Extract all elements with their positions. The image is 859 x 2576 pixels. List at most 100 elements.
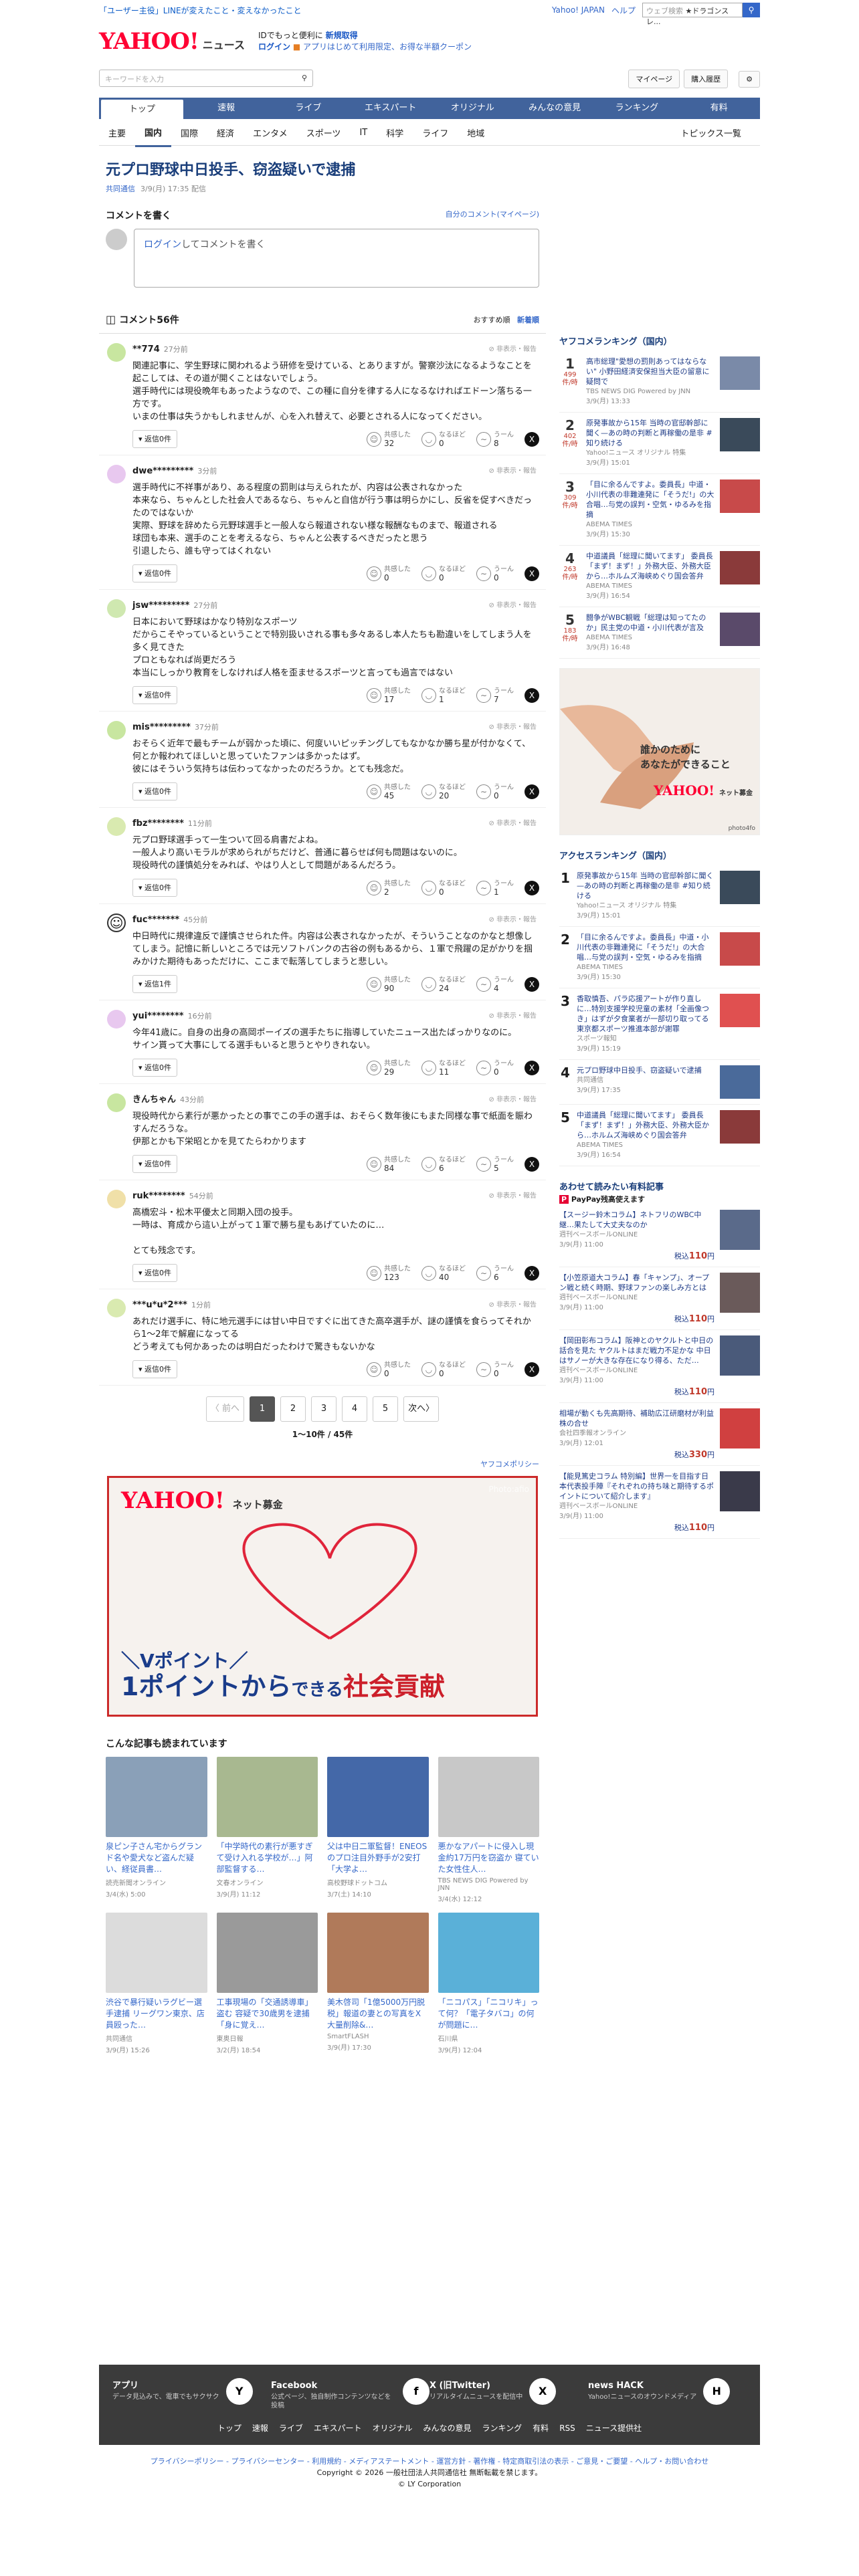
page-5[interactable]: 5 [373,1396,399,1422]
reaction-b[interactable]: ◡ なるほど 20 [421,784,466,800]
tab-domestic[interactable]: 国内 [135,119,172,147]
access-title[interactable]: 中道議員「総理に聞いてます」 委員長「まず！まず！」外務大臣、外務大臣から…ホル… [577,1110,714,1140]
nav-breaking[interactable]: 速報 [185,98,268,119]
article-card[interactable]: 美木啓司「1億5000万円脱税」報道の妻との写真をX大量削除&… SmartFLA… [327,1913,429,2054]
reaction-c[interactable]: ∼ うーん 1 [476,880,514,896]
reaction-a[interactable]: ☺ 共感した 2 [367,880,411,896]
paid-title[interactable]: 【能見篤史コラム 特別編】世界一を目指す日本代表投手陣『それぞれの持ち味と期待す… [559,1471,714,1501]
nav-ranking[interactable]: ランキング [596,98,678,119]
report-button[interactable]: ⊘ 非表示・報告 [488,721,537,734]
ranking-item[interactable]: 5 183 件/時 闘争がWBC観戦「総理は知ってたのか」民主党の中道・小川代表が言及… [559,607,760,659]
prev-page-button[interactable]: 〈 前へ [205,1396,245,1422]
access-item[interactable]: 4 元プロ野球中日投手、窃盗疑いで逮捕 共同通信 3/9(月) 17:35 [559,1060,760,1105]
article-title[interactable]: 元プロ野球中日投手、窃盗疑いで逮捕 [99,148,546,183]
card-title[interactable]: 工事現場の「交通誘導車」盗む 容疑で30歳男を逮捕「身に覚え… [217,1997,318,2032]
yahoo-japan-link[interactable]: Yahoo! JAPAN [552,5,605,15]
tab-science[interactable]: 科学 [377,120,413,146]
reaction-c[interactable]: ∼ うーん 0 [476,566,514,582]
reaction-b[interactable]: ◡ なるほど 0 [421,431,466,447]
tab-economy[interactable]: 経済 [207,120,244,146]
x-share-icon[interactable]: X [524,880,539,895]
rank-title[interactable]: 原発事故から15年 当時の官邸幹部に聞く—あの時の判断と再稼働の是非 #知り続け… [586,418,714,448]
avatar[interactable] [107,465,126,484]
x-share-icon[interactable]: X [524,1362,539,1377]
article-card[interactable]: 渋谷で暴行疑いラグビー選手逮捕 リーグワン東京、店員殴った… 共同通信 3/9(月)… [106,1913,207,2054]
reaction-a[interactable]: ☺ 共感した 90 [367,976,411,992]
reaction-a[interactable]: ☺ 共感した 32 [367,431,411,447]
my-comments-link[interactable]: 自分のコメント(マイページ) [446,209,539,219]
x-share-icon[interactable]: X [524,784,539,799]
report-button[interactable]: ⊘ 非表示・報告 [488,1190,537,1202]
article-card[interactable]: 「ニコパス」「ニコリキ」って何？「電子タバコ」の何が問題に… 石川県 3/9(月) … [438,1913,539,2054]
avatar[interactable] [107,1093,126,1112]
tab-international[interactable]: 国際 [171,120,207,146]
nav-opinion[interactable]: みんなの意見 [514,98,596,119]
help-link[interactable]: ヘルプ [611,5,636,16]
tab-it[interactable]: IT [350,121,377,144]
comment-author[interactable]: mis********* [132,722,191,732]
tab-life[interactable]: ライフ [413,120,458,146]
comment-author[interactable]: fbz******** [132,819,184,829]
yahoo-news-logo[interactable]: YAHOO! ニュース [99,28,245,55]
card-title[interactable]: 泉ピン子さん宅からグランド名や愛犬など盗んだ疑い、経従員書… [106,1841,207,1876]
tab-sports[interactable]: スポーツ [297,120,351,146]
article-card[interactable]: 父は中日二軍監督！ENEOSのプロ注目外野手が2安打「大学よ… 高校野球ドットコム… [327,1757,429,1903]
comment-author[interactable]: yui******** [132,1011,184,1021]
footer-nav-link[interactable]: ランキング [482,2424,522,2433]
reaction-c[interactable]: ∼ うーん 4 [476,976,514,992]
footer-nav-link[interactable]: エキスパート [314,2424,362,2433]
x-share-icon[interactable]: X [524,1156,539,1172]
comment-author[interactable]: ***u*u*2*** [132,1300,187,1310]
article-card[interactable]: 工事現場の「交通誘導車」盗む 容疑で30歳男を逮捕「身に覚え… 東奥日報 3/2(月… [216,1913,318,2054]
nav-top[interactable]: トップ [101,100,183,119]
reaction-b[interactable]: ◡ なるほど 0 [421,566,466,582]
report-button[interactable]: ⊘ 非表示・報告 [488,1093,537,1106]
comment-author[interactable]: fuc******* [132,915,179,925]
reaction-b[interactable]: ◡ なるほど 1 [421,687,466,704]
access-title[interactable]: 元プロ野球中日投手、窃盗疑いで逮捕 [577,1065,714,1075]
page-3[interactable]: 3 [311,1396,337,1422]
avatar[interactable] [107,817,126,836]
card-title[interactable]: 渋谷で暴行疑いラグビー選手逮捕 リーグワン東京、店員殴った… [106,1997,207,2032]
reaction-c[interactable]: ∼ うーん 0 [476,1362,514,1378]
gear-icon[interactable]: ⚙ [739,70,760,88]
x-share-icon[interactable]: X [524,1265,539,1281]
replies-button[interactable]: ▾ 返信1件 [132,975,178,993]
x-share-icon[interactable]: X [524,566,539,581]
avatar[interactable] [107,599,126,618]
reaction-c[interactable]: ∼ うーん 7 [476,687,514,704]
avatar[interactable]: ☺ [107,914,126,932]
footer-nav-link[interactable]: ライブ [279,2424,303,2433]
x-share-icon[interactable]: X [524,1060,539,1075]
footer-nav-link[interactable]: 有料 [533,2424,549,2433]
ranking-item[interactable]: 1 499 件/時 高市総理"愛想の罰則あってはならない" 小野田経済安保担当大臣の留… [559,351,760,413]
x-share-icon[interactable]: X [524,687,539,703]
reaction-b[interactable]: ◡ なるほど 0 [421,1362,466,1378]
nav-live[interactable]: ライブ [268,98,350,119]
topics-list-link[interactable]: トピックス一覧 [671,120,751,146]
rank-title[interactable]: 闘争がWBC観戦「総理は知ってたのか」民主党の中道・小川代表が言及 [586,613,714,633]
footer-nav-link[interactable]: RSS [559,2424,575,2433]
page-4[interactable]: 4 [342,1396,368,1422]
report-button[interactable]: ⊘ 非表示・報告 [488,599,537,612]
reaction-a[interactable]: ☺ 共感した 17 [367,687,411,704]
report-button[interactable]: ⊘ 非表示・報告 [488,817,537,830]
nav-paid[interactable]: 有料 [678,98,760,119]
ranking-item[interactable]: 4 263 件/時 中道議員「総理に聞いてます」 委員長「まず！まず！」外務大臣、外務… [559,546,760,607]
reaction-a[interactable]: ☺ 共感した 0 [367,1362,411,1378]
x-share-icon[interactable]: X [524,976,539,992]
report-button[interactable]: ⊘ 非表示・報告 [488,1010,537,1023]
replies-button[interactable]: ▾ 返信0件 [132,1360,178,1378]
comment-author[interactable]: dwe********* [132,466,193,476]
reaction-a[interactable]: ☺ 共感した 29 [367,1060,411,1076]
replies-button[interactable]: ▾ 返信0件 [132,1264,178,1282]
reaction-b[interactable]: ◡ なるほど 11 [421,1060,466,1076]
ranking-item[interactable]: 2 402 件/時 原発事故から15年 当時の官邸幹部に聞く—あの時の判断と再稼働の是… [559,413,760,474]
reaction-b[interactable]: ◡ なるほど 24 [421,976,466,992]
comment-author[interactable]: **774 [132,344,160,354]
report-button[interactable]: ⊘ 非表示・報告 [488,914,537,926]
report-button[interactable]: ⊘ 非表示・報告 [488,465,537,477]
footer-nav-link[interactable]: みんなの意見 [423,2424,472,2433]
paid-item[interactable]: 【岡田彰布コラム】阪神とのヤクルトと中日の話合を見た ヤクルトはまだ戦力不足かな… [559,1330,760,1403]
rank-title[interactable]: 「目に余るんですよ。委員長」中道・小川代表の非難連発に「そうだ!」の大合唱…与党… [586,479,714,520]
